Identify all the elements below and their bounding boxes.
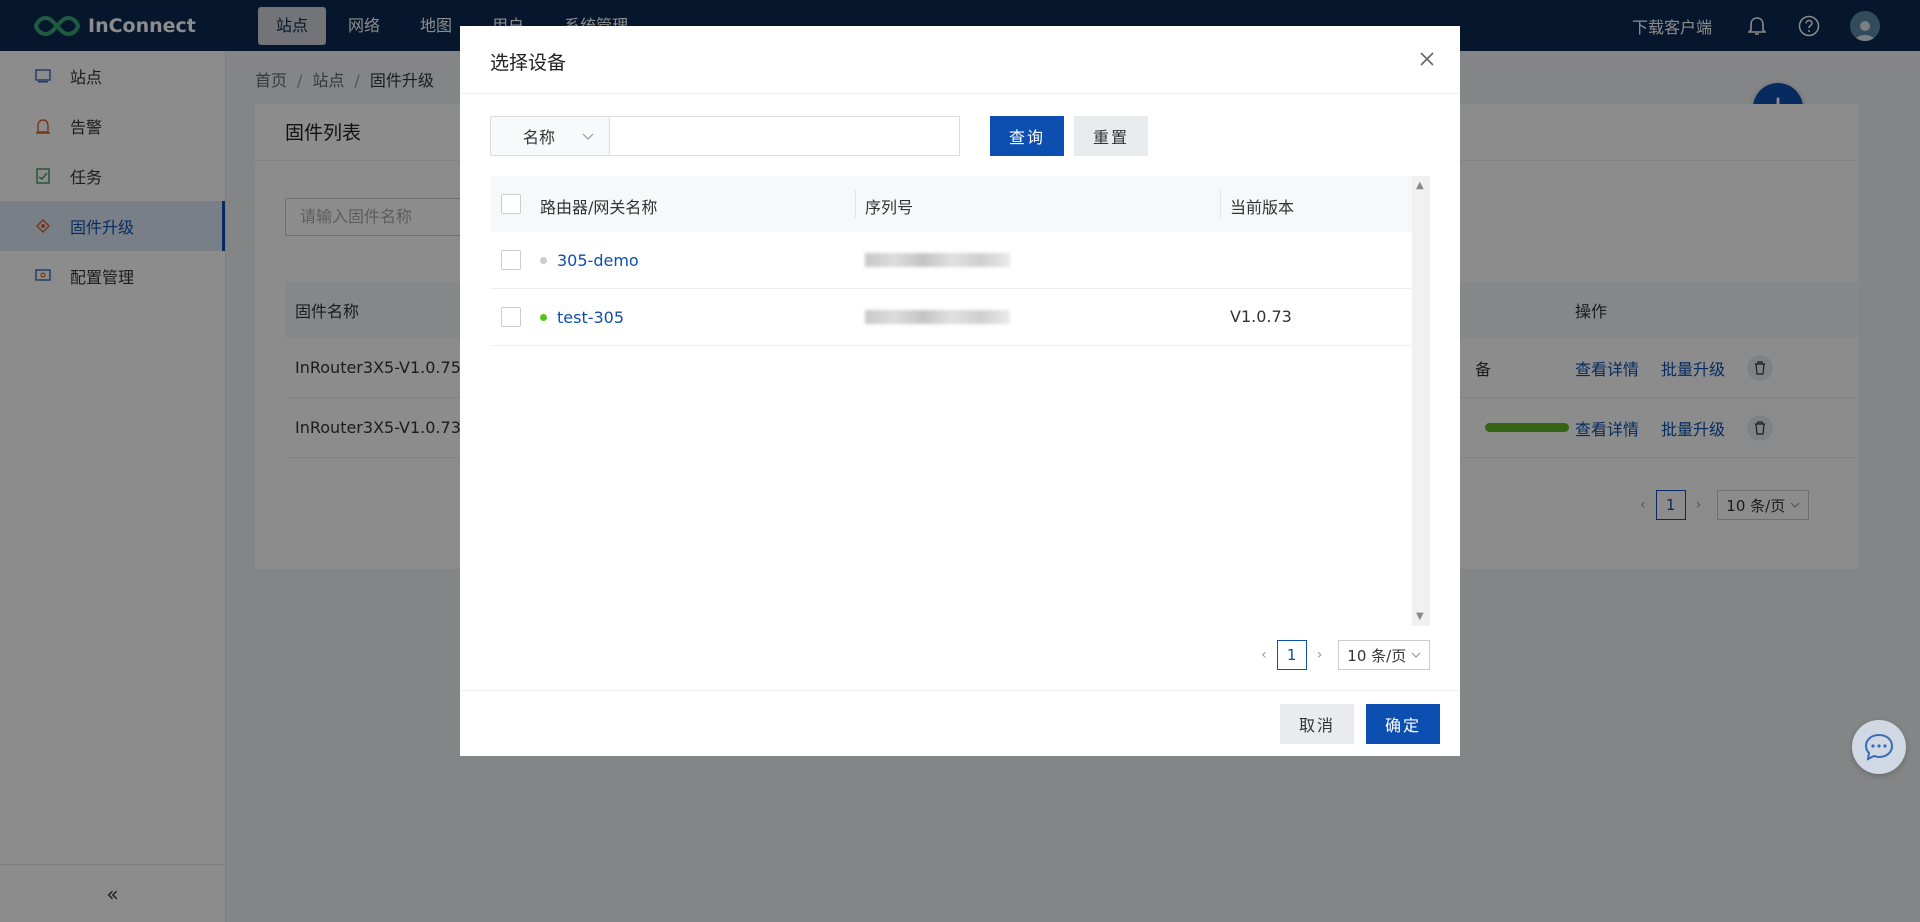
cancel-button[interactable]: 取消: [1279, 704, 1354, 744]
online-status-dot: [540, 314, 547, 321]
table-header: 路由器/网关名称 序列号 当前版本: [490, 176, 1430, 232]
row-checkbox[interactable]: [501, 250, 521, 270]
column-header-device-name: 路由器/网关名称: [540, 198, 658, 217]
device-name-cell: test-305: [540, 307, 624, 327]
serial-number-redacted: [865, 253, 1010, 267]
page-number[interactable]: 1: [1276, 640, 1307, 670]
close-icon[interactable]: [1416, 48, 1438, 70]
dialog-title: 选择设备: [490, 52, 567, 74]
select-all-checkbox[interactable]: [501, 194, 521, 214]
chevron-down-icon: [1411, 652, 1421, 658]
table-row: 305-demo: [490, 232, 1430, 289]
device-name-link[interactable]: test-305: [557, 308, 624, 327]
scroll-down-icon[interactable]: ▼: [1416, 611, 1424, 622]
offline-status-dot: [540, 257, 547, 264]
table-scrollbar[interactable]: ▲ ▼: [1412, 176, 1430, 626]
column-divider: [1220, 190, 1221, 218]
prev-page-icon[interactable]: ‹: [1251, 647, 1277, 663]
column-header-version: 当前版本: [1230, 198, 1295, 217]
table-row: test-305 V1.0.73: [490, 289, 1430, 346]
chat-button[interactable]: [1852, 720, 1906, 774]
dialog-footer: 取消 确定: [460, 690, 1460, 756]
page-size-select[interactable]: 10 条/页: [1338, 640, 1430, 670]
serial-number-redacted: [865, 310, 1010, 324]
page-size-label: 10 条/页: [1347, 646, 1407, 665]
column-divider: [855, 190, 856, 218]
filter-row: 名称 查询 重置: [490, 116, 1149, 156]
device-version: V1.0.73: [1230, 307, 1292, 326]
dialog-header: 选择设备: [460, 26, 1460, 94]
scroll-up-icon[interactable]: ▲: [1416, 180, 1424, 191]
device-name-link[interactable]: 305-demo: [557, 251, 639, 270]
filter-field-label: 名称: [523, 128, 556, 147]
reset-button[interactable]: 重置: [1074, 116, 1149, 156]
next-page-icon[interactable]: ›: [1307, 647, 1333, 663]
select-device-dialog: 选择设备 名称 查询 重置 路由器/网关名称 序列号 当前版本 305-demo: [460, 26, 1460, 756]
row-checkbox[interactable]: [501, 307, 521, 327]
device-name-cell: 305-demo: [540, 250, 639, 270]
confirm-button[interactable]: 确定: [1365, 704, 1440, 744]
chat-icon: [1864, 733, 1894, 761]
filter-field-select[interactable]: 名称: [490, 116, 610, 156]
column-header-serial: 序列号: [865, 198, 914, 217]
filter-value-input[interactable]: [610, 116, 960, 156]
query-button[interactable]: 查询: [990, 116, 1065, 156]
dialog-pagination: ‹ 1 › 10 条/页: [1251, 640, 1430, 670]
chevron-down-icon: [582, 133, 594, 140]
device-table: 路由器/网关名称 序列号 当前版本 305-demo test-305 V1.0…: [490, 176, 1430, 626]
